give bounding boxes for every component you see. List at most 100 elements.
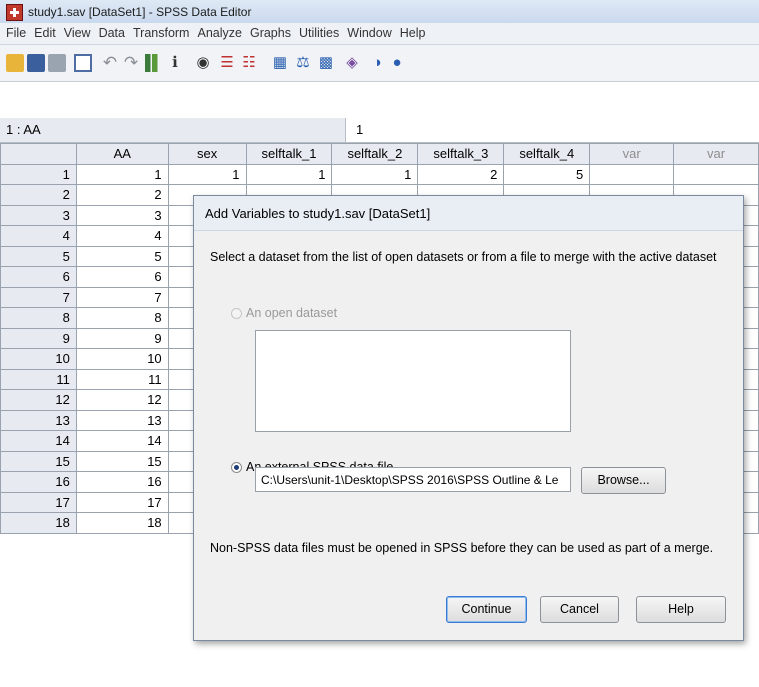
print-icon[interactable] [48, 54, 66, 72]
row-number[interactable]: 17 [0, 491, 77, 513]
dialog-recall-icon[interactable] [74, 54, 92, 72]
select-cases-icon[interactable]: ▩ [317, 54, 335, 72]
cancel-button[interactable]: Cancel [540, 596, 619, 623]
use-sets-icon[interactable]: ◑ [368, 54, 386, 72]
undo-icon[interactable]: ↶ [101, 54, 119, 72]
row-number[interactable]: 9 [0, 327, 77, 349]
dialog-title: Add Variables to study1.sav [DataSet1] [205, 206, 431, 221]
corner-cell[interactable] [0, 143, 77, 165]
cell-editor-row: 1 : AA 1 [0, 118, 759, 143]
cell-value-editor[interactable]: 1 [356, 118, 363, 142]
row-number[interactable]: 7 [0, 286, 77, 308]
weight-cases-icon[interactable]: ⚖ [294, 54, 312, 72]
data-cell[interactable]: 4 [75, 225, 169, 247]
menu-help[interactable]: Help [400, 23, 426, 44]
row-number[interactable]: 3 [0, 204, 77, 226]
data-cell[interactable]: 5 [503, 163, 591, 185]
goto-case-icon[interactable] [145, 54, 163, 72]
column-header-selftalk_3[interactable]: selftalk_3 [417, 143, 505, 165]
data-cell[interactable]: 8 [75, 307, 169, 329]
row-number[interactable]: 15 [0, 450, 77, 472]
row-number[interactable]: 10 [0, 348, 77, 370]
row-number[interactable]: 6 [0, 266, 77, 288]
data-cell[interactable]: 15 [75, 450, 169, 472]
column-header-var[interactable]: var [673, 143, 759, 165]
data-cell[interactable]: 13 [75, 409, 169, 431]
variables-icon[interactable]: ℹ [166, 54, 184, 72]
row-number[interactable]: 16 [0, 471, 77, 493]
column-header-selftalk_4[interactable]: selftalk_4 [503, 143, 591, 165]
menu-file[interactable]: File [6, 23, 26, 44]
menu-window[interactable]: Window [347, 23, 391, 44]
open-dataset-list[interactable] [255, 330, 571, 432]
help-button[interactable]: Help [636, 596, 726, 623]
data-cell[interactable]: 16 [75, 471, 169, 493]
data-cell[interactable]: 2 [75, 184, 169, 206]
column-header-sex[interactable]: sex [167, 143, 247, 165]
data-cell[interactable] [589, 163, 675, 185]
save-icon[interactable] [27, 54, 45, 72]
window-title: study1.sav [DataSet1] - SPSS Data Editor [28, 5, 252, 19]
row-number[interactable]: 4 [0, 225, 77, 247]
open-dataset-radio-row[interactable]: An open dataset [231, 306, 337, 320]
data-cell[interactable]: 7 [75, 286, 169, 308]
menu-edit[interactable]: Edit [34, 23, 56, 44]
row-number[interactable]: 12 [0, 389, 77, 411]
row-number[interactable]: 14 [0, 430, 77, 452]
row-number[interactable]: 1 [0, 163, 77, 185]
open-dataset-label: An open dataset [246, 306, 338, 320]
data-cell[interactable]: 1 [331, 163, 419, 185]
data-cell[interactable]: 10 [75, 348, 169, 370]
column-header-selftalk_1[interactable]: selftalk_1 [245, 143, 333, 165]
column-header-AA[interactable]: AA [75, 143, 169, 165]
find-icon[interactable]: ◉ [194, 54, 212, 72]
row-number[interactable]: 18 [0, 512, 77, 534]
menu-data[interactable]: Data [99, 23, 125, 44]
menu-graphs[interactable]: Graphs [250, 23, 291, 44]
menu-analyze[interactable]: Analyze [197, 23, 241, 44]
data-cell[interactable]: 12 [75, 389, 169, 411]
continue-button[interactable]: Continue [446, 596, 527, 623]
column-header-var[interactable]: var [589, 143, 675, 165]
open-dataset-radio[interactable] [231, 308, 242, 319]
row-number[interactable]: 2 [0, 184, 77, 206]
file-path-input[interactable]: C:\Users\unit-1\Desktop\SPSS 2016\SPSS O… [255, 467, 571, 492]
split-file-icon[interactable]: ▦ [271, 54, 289, 72]
value-labels-icon[interactable]: ◈ [343, 54, 361, 72]
data-cell[interactable]: 1 [245, 163, 333, 185]
row-number[interactable]: 5 [0, 245, 77, 267]
menu-bar: File Edit View Data Transform Analyze Graphs Ut… [0, 23, 759, 45]
row-number[interactable]: 8 [0, 307, 77, 329]
menu-utilities[interactable]: Utilities [299, 23, 339, 44]
title-bar: study1.sav [DataSet1] - SPSS Data Editor [0, 0, 759, 24]
data-cell[interactable]: 14 [75, 430, 169, 452]
data-cell[interactable]: 1 [75, 163, 169, 185]
data-cell[interactable]: 17 [75, 491, 169, 513]
spss-app-icon [6, 4, 23, 21]
insert-variable-icon[interactable]: ☷ [240, 54, 258, 72]
open-folder-icon[interactable] [6, 54, 24, 72]
data-cell[interactable] [673, 163, 759, 185]
browse-button[interactable]: Browse... [581, 467, 666, 494]
external-file-radio[interactable] [231, 462, 242, 473]
row-number[interactable]: 11 [0, 368, 77, 390]
show-all-icon[interactable]: ● [388, 54, 406, 72]
menu-view[interactable]: View [64, 23, 91, 44]
data-cell[interactable]: 9 [75, 327, 169, 349]
dialog-instructions: Select a dataset from the list of open d… [210, 250, 717, 264]
row-number[interactable]: 13 [0, 409, 77, 431]
menu-transform[interactable]: Transform [133, 23, 190, 44]
redo-icon[interactable]: ↷ [122, 54, 140, 72]
data-cell[interactable]: 6 [75, 266, 169, 288]
data-cell[interactable]: 11 [75, 368, 169, 390]
data-cell[interactable]: 3 [75, 204, 169, 226]
data-cell[interactable]: 2 [417, 163, 505, 185]
cell-reference: 1 : AA [0, 118, 346, 142]
insert-cases-icon[interactable]: ☰ [218, 54, 236, 72]
data-cell[interactable]: 1 [167, 163, 247, 185]
data-cell[interactable]: 5 [75, 245, 169, 267]
dialog-title-bar: Add Variables to study1.sav [DataSet1] [194, 196, 743, 231]
data-cell[interactable]: 18 [75, 512, 169, 534]
column-header-selftalk_2[interactable]: selftalk_2 [331, 143, 419, 165]
add-variables-dialog: Add Variables to study1.sav [DataSet1] S… [193, 195, 744, 641]
